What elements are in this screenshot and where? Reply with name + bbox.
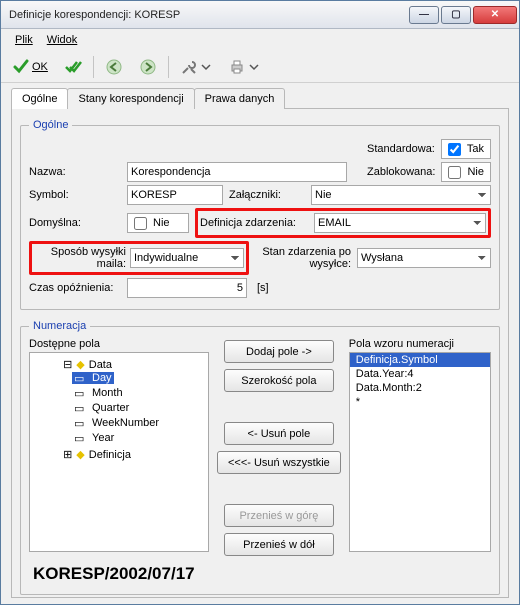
sendmode-highlight: Sposób wysyłki maila: Indywidualne xyxy=(29,241,249,275)
tree-node-quarter[interactable]: ▭Quarter xyxy=(72,402,131,414)
add-field-button[interactable]: Dodaj pole -> xyxy=(224,340,334,363)
available-fields-col: Dostępne pola ⊟ ◆ Data xyxy=(29,338,209,556)
field-width-button[interactable]: Szerokość pola xyxy=(224,369,334,392)
group-general-legend: Ogólne xyxy=(29,119,72,131)
eventdef-select[interactable]: EMAIL xyxy=(314,213,486,233)
list-item[interactable]: Data.Month:2 xyxy=(350,381,490,395)
numbering-preview: KORESP/2002/07/17 xyxy=(29,556,491,586)
symbol-label: Symbol: xyxy=(29,189,121,201)
tree-node-month[interactable]: ▭Month xyxy=(72,387,125,399)
print-button[interactable] xyxy=(223,55,265,79)
ok-button[interactable]: OK xyxy=(7,55,53,79)
check-icon xyxy=(12,58,30,76)
field-icon: ▭ xyxy=(74,387,88,399)
available-fields-tree[interactable]: ⊟ ◆ Data ▭Day ▭Month ▭Quarter ▭WeekNumbe… xyxy=(29,352,209,552)
nav-prev-button[interactable] xyxy=(100,55,128,79)
standard-checkbox[interactable]: Tak xyxy=(441,139,491,159)
list-item[interactable]: * xyxy=(350,395,490,409)
separator xyxy=(93,56,94,78)
group-general: Ogólne Standardowa: Tak Nazwa: Zablokowa… xyxy=(20,119,500,310)
default-checkbox-input[interactable] xyxy=(134,217,147,230)
printer-icon xyxy=(228,58,246,76)
minus-icon: ⊟ xyxy=(63,358,72,371)
delay-label: Czas opóźnienia: xyxy=(29,282,121,294)
group-numbering-legend: Numeracja xyxy=(29,320,90,332)
apply-button[interactable] xyxy=(59,55,87,79)
arrow-left-icon xyxy=(105,58,123,76)
diamond-icon: ◆ xyxy=(76,358,84,371)
tab-rights[interactable]: Prawa danych xyxy=(194,88,286,109)
tree-node-definicja[interactable]: ⊞ ◆ Definicja xyxy=(61,448,133,461)
double-check-icon xyxy=(64,58,82,76)
field-icon: ▭ xyxy=(74,417,88,429)
tabstrip: Ogólne Stany korespondencji Prawa danych xyxy=(11,87,509,109)
minimize-button[interactable]: — xyxy=(409,6,439,24)
group-numbering: Numeracja Dostępne pola ⊟ ◆ Data xyxy=(20,320,500,595)
attachments-select[interactable]: Nie xyxy=(311,185,491,205)
sendmode-select[interactable]: Indywidualne xyxy=(130,248,244,268)
field-icon: ▭ xyxy=(74,432,88,444)
delay-unit: [s] xyxy=(253,282,269,294)
window: Definicje korespondencji: KORESP — ▢ ✕ P… xyxy=(0,0,520,605)
menu-view[interactable]: Widok xyxy=(47,34,78,46)
delay-input[interactable] xyxy=(127,278,247,298)
maximize-button[interactable]: ▢ xyxy=(441,6,471,24)
standard-label: Standardowa: xyxy=(367,143,435,155)
pattern-fields-col: Pola wzoru numeracji Definicja.Symbol Da… xyxy=(349,338,491,556)
name-input[interactable] xyxy=(127,162,347,182)
symbol-input[interactable] xyxy=(127,185,223,205)
tools-button[interactable] xyxy=(175,55,217,79)
field-icon: ▭ xyxy=(74,372,88,384)
window-buttons: — ▢ ✕ xyxy=(409,6,517,24)
numbering-buttons: Dodaj pole -> Szerokość pola <- Usuń pol… xyxy=(217,338,341,556)
close-button[interactable]: ✕ xyxy=(473,6,517,24)
separator xyxy=(168,56,169,78)
field-icon: ▭ xyxy=(74,402,88,414)
remove-field-button[interactable]: <- Usuń pole xyxy=(224,422,334,445)
eventdef-label: Definicja zdarzenia: xyxy=(200,217,310,229)
plus-icon: ⊞ xyxy=(63,448,72,461)
window-title: Definicje korespondencji: KORESP xyxy=(9,9,409,21)
content: Ogólne Stany korespondencji Prawa danych… xyxy=(1,83,519,604)
list-item[interactable]: Definicja.Symbol xyxy=(350,353,490,367)
move-up-button[interactable]: Przenieś w górę xyxy=(224,504,334,527)
remove-all-button[interactable]: <<<- Usuń wszystkie xyxy=(217,451,341,474)
eventstate-label: Stan zdarzenia po wysyłce: xyxy=(255,246,351,270)
nav-next-button[interactable] xyxy=(134,55,162,79)
tree-node-year[interactable]: ▭Year xyxy=(72,432,116,444)
tools-icon xyxy=(180,58,198,76)
titlebar: Definicje korespondencji: KORESP — ▢ ✕ xyxy=(1,1,519,29)
eventdef-highlight: Definicja zdarzenia: EMAIL xyxy=(195,208,491,238)
menubar: Plik Widok xyxy=(1,29,519,51)
pattern-fields-list[interactable]: Definicja.Symbol Data.Year:4 Data.Month:… xyxy=(349,352,491,552)
default-label: Domyślna: xyxy=(29,217,121,229)
locked-checkbox-input[interactable] xyxy=(448,166,461,179)
tree-node-weeknumber[interactable]: ▭WeekNumber xyxy=(72,417,161,429)
locked-label: Zablokowana: xyxy=(367,166,436,178)
attachments-label: Załączniki: xyxy=(229,189,305,201)
chevron-down-icon xyxy=(200,61,212,73)
standard-checkbox-input[interactable] xyxy=(448,143,461,156)
menu-file[interactable]: Plik xyxy=(15,34,33,46)
toolbar: OK xyxy=(1,51,519,83)
tab-states[interactable]: Stany korespondencji xyxy=(67,88,194,109)
pattern-fields-label: Pola wzoru numeracji xyxy=(349,338,491,350)
list-item[interactable]: Data.Year:4 xyxy=(350,367,490,381)
eventstate-select[interactable]: Wysłana xyxy=(357,248,491,268)
arrow-right-icon xyxy=(139,58,157,76)
tab-general[interactable]: Ogólne xyxy=(11,88,68,109)
default-checkbox[interactable]: Nie xyxy=(127,213,189,233)
tab-panel-general: Ogólne Standardowa: Tak Nazwa: Zablokowa… xyxy=(11,109,509,598)
name-label: Nazwa: xyxy=(29,166,121,178)
move-down-button[interactable]: Przenieś w dół xyxy=(224,533,334,556)
tree-node-day[interactable]: ▭Day xyxy=(72,372,114,384)
locked-checkbox[interactable]: Nie xyxy=(441,162,491,182)
chevron-down-icon xyxy=(248,61,260,73)
diamond-icon: ◆ xyxy=(76,448,84,461)
sendmode-label: Sposób wysyłki maila: xyxy=(34,246,126,270)
tree-node-data[interactable]: ⊟ ◆ Data xyxy=(61,358,114,371)
available-fields-label: Dostępne pola xyxy=(29,338,209,350)
